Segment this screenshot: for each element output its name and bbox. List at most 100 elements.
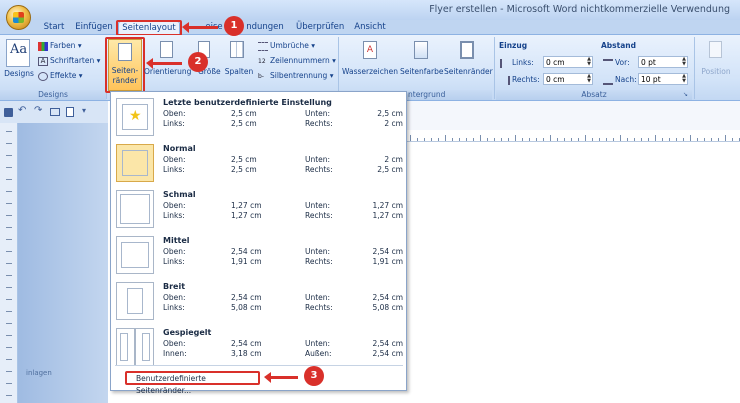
ruler-tick: [6, 191, 12, 192]
margin-value: Unten:: [305, 155, 331, 164]
ruler-tick: [718, 138, 719, 141]
margin-preset-item[interactable]: Schmal Oben: 1,27 cm Unten: 1,27 cm Links: 1,2…: [111, 186, 406, 232]
tab-ansicht[interactable]: Ansicht: [354, 21, 386, 35]
tab-einfuegen[interactable]: Einfügen: [74, 21, 114, 35]
seitenfarbe-button[interactable]: Seitenfarbe: [400, 39, 443, 79]
margin-preset-item[interactable]: Breit Oben: 2,54 cm Unten: 2,54 cm Links: 5,08…: [111, 278, 406, 324]
page-margins-icon: [116, 144, 154, 182]
margin-value: Oben:: [163, 339, 186, 348]
margin-value: Oben:: [163, 293, 186, 302]
ruler-tick: [606, 138, 607, 141]
ruler-tick: [417, 138, 418, 141]
quick-access-toolbar: ↶ ↷ ▾ L: [0, 101, 108, 137]
margin-value: 2,54 cm: [231, 247, 262, 256]
custom-margins-button[interactable]: Benutzerdefinierte Seitenränder...: [125, 371, 260, 395]
page-margins-icon: [116, 236, 154, 274]
callout-arrow-3: [264, 372, 298, 383]
abstand-nach-label: Nach:: [603, 75, 637, 85]
window-title: Flyer erstellen - Microsoft Word nichtko…: [429, 4, 730, 15]
einzug-heading: Einzug: [499, 41, 528, 50]
spinner-icon[interactable]: ▲ ▼: [682, 74, 686, 84]
abstand-nach-input[interactable]: 10 pt ▲ ▼: [638, 73, 688, 85]
ruler-tick: [599, 138, 600, 141]
ruler-tick: [697, 138, 698, 141]
margin-value: 2,54 cm: [372, 339, 403, 348]
office-button[interactable]: [6, 5, 31, 30]
position-icon: [709, 41, 722, 58]
margin-preset-item[interactable]: ★ Letzte benutzerdefinierte Einstellung Ob…: [111, 94, 406, 140]
margin-preset-name: Normal: [163, 144, 196, 153]
margin-value: 2,5 cm: [231, 119, 257, 128]
breaks-icon: [258, 41, 268, 51]
ruler-tick: [662, 138, 663, 141]
spalten-label: Spalten: [224, 67, 254, 76]
ruler-tick: [6, 359, 12, 360]
margin-value: 5,08 cm: [231, 303, 262, 312]
margin-preset-item[interactable]: Gespiegelt Oben: 2,54 cm Unten: 2,54 cm Innen…: [111, 324, 406, 370]
abstand-vor-input[interactable]: 0 pt ▲ ▼: [638, 56, 688, 68]
ruler-tick: [6, 167, 12, 168]
ruler-tick: [480, 135, 481, 141]
einzug-links-label: Links:: [500, 58, 534, 68]
print-icon[interactable]: [50, 108, 60, 116]
margin-value: 2,54 cm: [372, 293, 403, 302]
margin-value: Innen:: [163, 349, 187, 358]
margin-value: Rechts:: [305, 165, 333, 174]
schriftarten-button[interactable]: A Schriftarten ▾: [38, 56, 100, 66]
effekte-button[interactable]: Effekte ▾: [38, 71, 83, 81]
ruler-tick: [543, 138, 544, 141]
customize-icon[interactable]: ▾: [82, 106, 86, 115]
margin-value: Oben:: [163, 109, 186, 118]
ruler-tick: [536, 138, 537, 141]
seitenraender-border-button[interactable]: Seitenränder: [444, 39, 493, 79]
ruler-tick: [627, 138, 628, 141]
ruler-tick: [6, 311, 12, 312]
margin-value: Rechts:: [305, 303, 333, 312]
callout-badge-3: 3: [304, 366, 324, 386]
margin-preset-item[interactable]: Normal Oben: 2,5 cm Unten: 2 cm Links: 2,5 cm R…: [111, 140, 406, 186]
preview-icon[interactable]: [66, 107, 74, 117]
ruler-tick: [466, 138, 467, 141]
margin-value: Links:: [163, 303, 185, 312]
umbrueche-button[interactable]: Umbrüche ▾: [258, 41, 315, 51]
einzug-rechts-input[interactable]: 0 cm ▲ ▼: [543, 73, 593, 85]
ruler-tick: [438, 138, 439, 141]
spinner-icon[interactable]: ▲ ▼: [587, 57, 591, 67]
ruler-tick: [529, 138, 530, 141]
tab-ueberpruefen[interactable]: Überprüfen: [296, 21, 344, 35]
ruler-tick: [487, 138, 488, 141]
left-pane-text: inlagen: [26, 369, 52, 377]
spinner-icon[interactable]: ▲ ▼: [682, 57, 686, 67]
einzug-links-input[interactable]: 0 cm ▲ ▼: [543, 56, 593, 68]
tab-sendungen[interactable]: ndungen: [246, 21, 284, 35]
ruler-tick: [592, 138, 593, 141]
ruler-bar: [406, 101, 740, 130]
document-page[interactable]: [406, 143, 740, 403]
margin-preset-item[interactable]: Mittel Oben: 2,54 cm Unten: 2,54 cm Links: 1,9…: [111, 232, 406, 278]
ruler-tick: [522, 138, 523, 141]
tab-start[interactable]: Start: [40, 21, 68, 35]
silbentrennung-button[interactable]: b- Silbentrennung ▾: [258, 71, 333, 81]
dialog-launcher-icon[interactable]: ↘: [683, 91, 688, 98]
ruler-tick: [6, 275, 12, 276]
spalten-button[interactable]: Spalten: [222, 39, 254, 79]
margin-value: 3,18 cm: [231, 349, 262, 358]
spinner-icon[interactable]: ▲ ▼: [587, 74, 591, 84]
highlight-seitenlayout: [116, 20, 182, 36]
ruler-tick: [6, 227, 12, 228]
designs-button[interactable]: Aa: [6, 39, 30, 67]
seitenraender-border-label: Seitenränder: [444, 67, 493, 76]
ruler-tick: [613, 138, 614, 141]
margin-value: Oben:: [163, 201, 186, 210]
redo-icon[interactable]: ↷: [34, 105, 42, 116]
wasserzeichen-button[interactable]: A Wasserzeichen: [342, 39, 398, 79]
title-bar: Flyer erstellen - Microsoft Word nichtko…: [0, 0, 740, 20]
undo-icon[interactable]: ↶: [18, 105, 26, 116]
farben-button[interactable]: Farben ▾: [38, 41, 82, 51]
ruler-tick: [550, 135, 551, 141]
zeilennummern-button[interactable]: 12 Zeilennummern ▾: [258, 56, 336, 66]
save-icon[interactable]: [4, 108, 13, 117]
highlight-seitenraender: [105, 37, 145, 93]
margin-value: Unten:: [305, 247, 331, 256]
position-button[interactable]: Position: [698, 39, 734, 79]
